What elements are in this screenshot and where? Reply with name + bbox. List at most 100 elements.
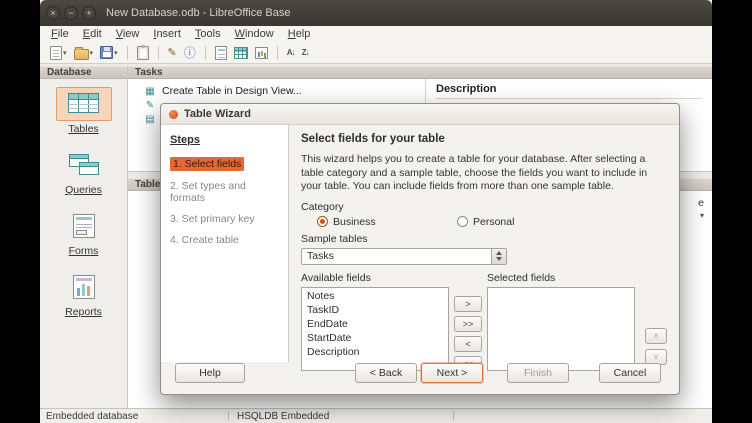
menu-item-edit[interactable]: Edit	[76, 27, 109, 42]
cancel-button[interactable]: Cancel	[599, 363, 661, 383]
radio-unselected-icon	[457, 216, 468, 227]
dialog-button-bar: Help < Back Next > Finish Cancel	[161, 362, 679, 394]
back-button[interactable]: < Back	[355, 363, 417, 383]
steps-header: Steps	[170, 134, 279, 146]
next-button[interactable]: Next >	[421, 363, 483, 383]
form-button[interactable]	[213, 45, 229, 61]
menu-item-file[interactable]: File	[44, 27, 76, 42]
category-options: Business Personal	[301, 216, 667, 228]
step-set-types[interactable]: 2. Set types and formats	[170, 180, 279, 204]
save-button[interactable]: ▾	[98, 45, 120, 60]
new-document-button[interactable]: ▾	[48, 45, 69, 61]
combobox-dropdown-button[interactable]	[491, 249, 506, 264]
minimize-button[interactable]: −	[64, 6, 78, 20]
open-folder-icon	[74, 49, 89, 60]
sidebar-item-label: Queries	[65, 184, 102, 196]
queries-icon	[56, 148, 112, 182]
available-fields-label: Available fields	[301, 272, 449, 284]
chevron-down-icon: ▾	[63, 49, 67, 57]
menu-item-help[interactable]: Help	[281, 27, 318, 42]
selected-fields-listbox[interactable]	[487, 287, 635, 371]
toolbar-separator	[158, 46, 159, 60]
sidebar-item-tables[interactable]: Tables	[52, 87, 116, 135]
list-item[interactable]: TaskID	[302, 303, 448, 317]
available-fields-listbox[interactable]: Notes TaskID EndDate StartDate Descripti…	[301, 287, 449, 371]
category-label: Category	[301, 201, 667, 213]
move-one-left-button[interactable]: <	[454, 336, 482, 352]
available-fields-column: Available fields Notes TaskID EndDate St…	[301, 272, 449, 371]
sort-descending-icon: Z↓	[302, 46, 309, 60]
description-header: Description	[436, 83, 702, 99]
open-button[interactable]: ▾	[72, 45, 96, 61]
radio-business[interactable]: Business	[317, 216, 457, 228]
edit-button[interactable]: ✎	[166, 45, 179, 61]
info-button[interactable]: ⓘ	[182, 45, 198, 61]
wizard-heading: Select fields for your table	[301, 133, 667, 145]
close-button[interactable]: ×	[46, 6, 60, 20]
step-set-primary-key[interactable]: 3. Set primary key	[170, 213, 255, 225]
combobox-value: Tasks	[302, 250, 491, 262]
toolbar-separator	[205, 46, 206, 60]
status-separator	[453, 411, 454, 421]
maximize-button[interactable]: +	[82, 6, 96, 20]
toolbar-separator	[127, 46, 128, 60]
move-all-right-button[interactable]: >>	[454, 316, 482, 332]
app-window: × − + New Database.odb - LibreOffice Bas…	[40, 0, 712, 423]
menubar: File Edit View Insert Tools Window Help	[40, 26, 712, 42]
statusbar: Embedded database HSQLDB Embedded	[40, 408, 712, 423]
help-button[interactable]: Help	[175, 363, 245, 383]
status-database-engine: HSQLDB Embedded	[229, 411, 453, 422]
dialog-titlebar[interactable]: Table Wizard	[161, 104, 679, 125]
sidebar-item-queries[interactable]: Queries	[52, 148, 116, 196]
menu-item-view[interactable]: View	[109, 27, 147, 42]
sample-tables-combobox[interactable]: Tasks	[301, 248, 507, 265]
toolbar-separator	[277, 46, 278, 60]
radio-label: Business	[333, 216, 376, 228]
table-design-icon: ▦	[144, 86, 156, 97]
radio-personal[interactable]: Personal	[457, 216, 597, 228]
step-create-table[interactable]: 4. Create table	[170, 234, 239, 246]
window-title: New Database.odb - LibreOffice Base	[106, 7, 290, 19]
radio-label: Personal	[473, 216, 514, 228]
chevron-down-icon: ▾	[700, 211, 704, 220]
finish-button[interactable]: Finish	[507, 363, 569, 383]
menu-item-tools[interactable]: Tools	[188, 27, 228, 42]
menu-item-insert[interactable]: Insert	[146, 27, 188, 42]
dialog-icon	[169, 110, 178, 119]
task-item-create-table-design[interactable]: ▦ Create Table in Design View...	[144, 84, 425, 98]
screen: × − + New Database.odb - LibreOffice Bas…	[0, 0, 752, 423]
report-button[interactable]	[253, 46, 270, 60]
sort-ascending-button[interactable]: A↓	[285, 45, 297, 61]
list-item[interactable]: Notes	[302, 289, 448, 303]
view-design-icon: ▤	[144, 114, 156, 125]
spin-down-icon	[496, 257, 502, 261]
selected-fields-label: Selected fields	[487, 272, 635, 284]
report-icon	[255, 47, 268, 59]
form-icon	[215, 46, 227, 60]
wizard-steps-pane: Steps 1. Select fields 2. Set types and …	[161, 125, 289, 362]
sidebar-item-label: Tables	[68, 123, 98, 135]
sidebar-item-forms[interactable]: Forms	[52, 209, 116, 257]
list-item[interactable]: Description	[302, 345, 448, 359]
table-wizard-icon: ✎	[144, 100, 156, 111]
tasks-panel-header: Tasks	[128, 66, 712, 79]
paste-button[interactable]	[135, 45, 151, 61]
list-item[interactable]: StartDate	[302, 331, 448, 345]
chevron-down-icon: ▾	[114, 49, 118, 57]
tables-icon	[56, 87, 112, 121]
dialog-title: Table Wizard	[184, 108, 251, 120]
preview-dropdown[interactable]: e ▾	[698, 197, 704, 220]
titlebar: × − + New Database.odb - LibreOffice Bas…	[40, 0, 712, 26]
move-field-up-button[interactable]: ∧	[645, 328, 667, 344]
move-one-right-button[interactable]: >	[454, 296, 482, 312]
sort-descending-button[interactable]: Z↓	[300, 45, 311, 61]
step-select-fields[interactable]: 1. Select fields	[170, 157, 244, 171]
list-item[interactable]: EndDate	[302, 317, 448, 331]
menu-item-window[interactable]: Window	[228, 27, 281, 42]
edit-icon: ✎	[168, 46, 177, 60]
table-button[interactable]	[232, 46, 250, 60]
paste-icon	[137, 46, 149, 60]
new-document-icon	[50, 46, 62, 60]
sidebar-item-reports[interactable]: Reports	[52, 270, 116, 318]
selected-fields-column: Selected fields	[487, 272, 635, 371]
